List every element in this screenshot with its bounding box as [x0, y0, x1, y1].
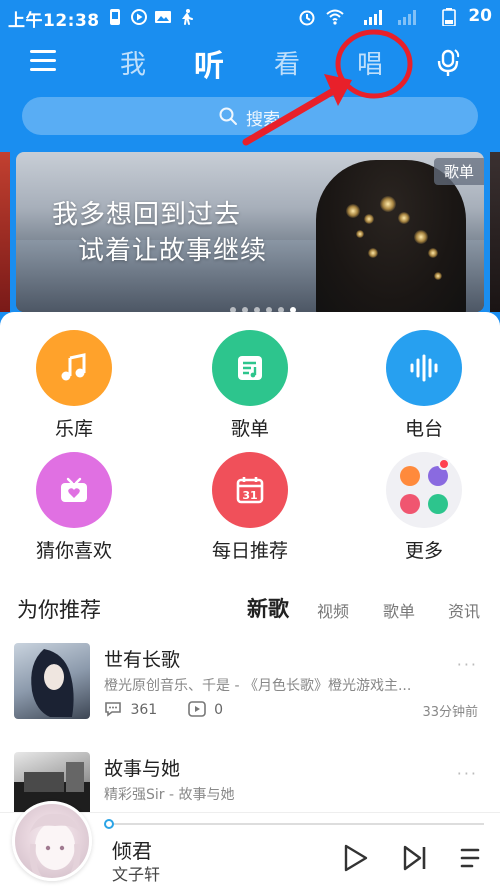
- shortcut-label: 猜你喜欢: [35, 540, 112, 562]
- radio-heart-icon: [61, 477, 87, 502]
- song-title: 世有长歌: [104, 649, 181, 671]
- playlist-circle: [212, 330, 288, 406]
- banner-prev-slide[interactable]: [0, 152, 10, 312]
- search-bar[interactable]: 搜索: [22, 97, 478, 135]
- banner-badge: 歌单: [433, 158, 484, 185]
- tab-videos[interactable]: 视频: [317, 598, 349, 622]
- banner-next-slide[interactable]: [490, 152, 500, 312]
- banner-light: [380, 196, 396, 212]
- banner-light: [434, 272, 442, 280]
- more-app-icon: [400, 466, 420, 486]
- tab-me[interactable]: 我: [120, 44, 146, 81]
- tab-news[interactable]: 资讯: [448, 598, 480, 622]
- song-meta: 361 0: [104, 701, 223, 718]
- now-playing-artist: 文子轩: [112, 865, 161, 884]
- mini-player[interactable]: 倾君 文子轩: [0, 801, 500, 889]
- more-options-icon[interactable]: ···: [457, 764, 478, 783]
- play-count: 0: [214, 702, 224, 718]
- banner-light: [368, 248, 378, 258]
- shortcut-more[interactable]: 更多: [364, 452, 484, 562]
- comment-count: 361: [130, 702, 158, 718]
- calendar-icon: 31: [236, 477, 264, 504]
- menu-icon[interactable]: [30, 50, 56, 72]
- play-icon[interactable]: [340, 843, 370, 873]
- next-icon[interactable]: [400, 843, 430, 873]
- shortcut-label: 乐库: [54, 418, 93, 440]
- tab-watch[interactable]: 看: [274, 44, 300, 81]
- music-note-icon: [61, 353, 86, 381]
- promo-banner[interactable]: 我多想回到过去 试着让故事继续 歌单: [16, 152, 484, 312]
- daily-circle: 31: [212, 452, 288, 528]
- tab-new-songs[interactable]: 新歌: [247, 593, 289, 623]
- banner-light: [428, 248, 438, 258]
- battery-level: 20: [468, 6, 492, 26]
- top-nav: 我 听 看 唱: [0, 38, 500, 88]
- song-subtitle: 精彩强Sir - 故事与她: [104, 787, 235, 803]
- tab-listen[interactable]: 听: [194, 41, 224, 85]
- tab-sing[interactable]: 唱: [357, 44, 383, 81]
- song-time: 33分钟前: [422, 705, 478, 720]
- playlist-queue-icon[interactable]: [458, 843, 488, 873]
- progress-knob[interactable]: [104, 819, 114, 829]
- shortcut-label: 每日推荐: [211, 540, 288, 562]
- shortcut-radio[interactable]: 电台: [364, 330, 484, 440]
- cover-art: [29, 813, 81, 878]
- phone-icon: [110, 9, 120, 25]
- comment-icon: [105, 702, 121, 717]
- shortcut-guess-you-like[interactable]: 猜你喜欢: [14, 452, 134, 562]
- search-placeholder: 搜索: [246, 110, 280, 130]
- cover-art: [31, 649, 74, 717]
- recommend-title: 为你推荐: [17, 598, 101, 622]
- more-options-icon[interactable]: ···: [457, 655, 478, 674]
- banner-light: [364, 214, 374, 224]
- playback-progress[interactable]: [106, 823, 484, 825]
- guess-circle: [36, 452, 112, 528]
- playlist-icon: [238, 356, 262, 380]
- list-item[interactable]: 世有长歌 ··· 橙光原创音乐、千是 - 《月色长歌》橙光游戏主... 361 …: [0, 643, 500, 733]
- shortcut-daily[interactable]: 31 每日推荐: [190, 452, 310, 562]
- song-subtitle: 橙光原创音乐、千是 - 《月色长歌》橙光游戏主...: [104, 678, 412, 694]
- status-time: 上午12:38: [8, 11, 100, 31]
- banner-light: [414, 230, 428, 244]
- more-circle: [386, 452, 462, 528]
- signal-weak-icon: [398, 10, 416, 25]
- alarm-icon: [299, 10, 315, 26]
- image-icon: [155, 11, 171, 23]
- banner-line-1: 我多想回到过去: [52, 200, 242, 230]
- more-app-icon: [428, 494, 448, 514]
- banner-light: [398, 212, 410, 224]
- shortcut-library[interactable]: 乐库: [14, 330, 134, 440]
- search-icon: [219, 107, 237, 125]
- tab-playlists[interactable]: 歌单: [383, 598, 415, 622]
- song-title: 故事与她: [104, 758, 181, 780]
- banner-line-2: 试着让故事继续: [78, 236, 268, 266]
- now-playing-cover[interactable]: [12, 801, 92, 881]
- play-count-icon: [187, 701, 206, 717]
- more-app-icon: [400, 494, 420, 514]
- voice-search-icon[interactable]: [436, 48, 462, 78]
- banner-light: [356, 230, 364, 238]
- calendar-day: 31: [242, 489, 257, 502]
- wifi-icon: [326, 9, 344, 25]
- song-cover: [14, 643, 90, 719]
- library-circle: [36, 330, 112, 406]
- walking-icon: [182, 9, 193, 25]
- banner-light: [346, 204, 360, 218]
- shortcut-label: 电台: [404, 418, 443, 440]
- soundwave-icon: [410, 354, 438, 382]
- notification-dot: [438, 458, 450, 470]
- battery-icon: [442, 8, 456, 26]
- shortcut-playlist[interactable]: 歌单: [190, 330, 310, 440]
- now-playing-title: 倾君: [112, 839, 152, 863]
- shortcut-label: 歌单: [230, 418, 269, 440]
- shortcut-label: 更多: [404, 540, 443, 562]
- banner-pagination: [230, 298, 302, 312]
- radio-circle: [386, 330, 462, 406]
- status-bar: 上午12:38 20: [0, 0, 500, 34]
- signal-4g-icon: [364, 10, 382, 25]
- play-circle-icon: [131, 9, 147, 25]
